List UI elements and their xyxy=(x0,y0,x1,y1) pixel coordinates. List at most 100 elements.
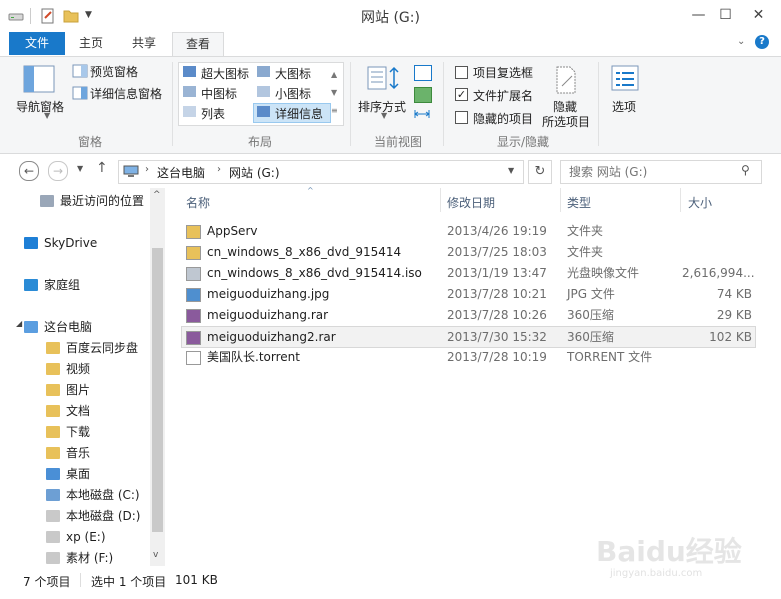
tab-view[interactable]: 查看 xyxy=(172,32,224,56)
nav-item[interactable]: 本地磁盘 (C:) xyxy=(46,485,140,506)
forward-arrow-icon[interactable]: → xyxy=(48,161,68,181)
nav-item[interactable]: 百度云同步盘 xyxy=(46,338,138,359)
nav-item[interactable]: 下载 xyxy=(46,422,90,443)
file-row[interactable]: AppServ 2013/4/26 19:19 文件夹 xyxy=(182,221,755,241)
chevron-down-icon[interactable]: ⌄ xyxy=(737,36,745,47)
chevron-down-icon[interactable]: ▼ xyxy=(508,166,514,175)
options-icon[interactable] xyxy=(609,64,641,94)
hide-selected-button-line2[interactable]: 所选项目 xyxy=(542,113,590,130)
column-header-type[interactable]: 类型 xyxy=(567,194,591,211)
up-arrow-icon[interactable]: ↑ xyxy=(96,160,108,176)
nav-item[interactable]: 音乐 xyxy=(46,443,90,464)
chevron-right-icon[interactable]: › xyxy=(217,164,221,175)
medium-icons-icon xyxy=(183,86,196,97)
nav-item[interactable]: 这台电脑 xyxy=(24,317,92,338)
address-bar[interactable]: › 这台电脑 › 网站 (G:) ▼ xyxy=(118,160,524,184)
divider[interactable] xyxy=(560,188,561,212)
column-header-name[interactable]: 名称 xyxy=(186,194,210,211)
search-icon[interactable]: ⚲ xyxy=(741,163,750,177)
nav-item[interactable]: xp (E:) xyxy=(46,527,106,548)
nav-item[interactable]: SkyDrive xyxy=(24,233,97,254)
hide-selected-icon[interactable] xyxy=(554,66,578,94)
divider xyxy=(598,62,599,146)
file-extensions-checkbox[interactable]: ✓ xyxy=(455,88,468,101)
nav-item-label: 本地磁盘 (C:) xyxy=(66,488,140,502)
file-date: 2013/1/19 13:47 xyxy=(447,266,547,280)
status-selected-size: 101 KB xyxy=(175,573,218,587)
breadcrumb-current[interactable]: 网站 (G:) xyxy=(229,164,280,181)
medium-icons-option[interactable]: 中图标 xyxy=(201,85,237,102)
nav-item[interactable]: 图片 xyxy=(46,380,90,401)
file-extensions-label[interactable]: 文件扩展名 xyxy=(473,87,533,104)
recent-locations-icon[interactable]: ▼ xyxy=(77,164,83,173)
chevron-down-icon[interactable]: ▼ xyxy=(381,111,387,120)
column-header-date[interactable]: 修改日期 xyxy=(447,194,495,211)
divider[interactable] xyxy=(680,188,681,212)
system-drive-icon xyxy=(46,489,60,501)
divider[interactable] xyxy=(440,188,441,212)
folder-icon xyxy=(186,246,201,260)
item-checkboxes-checkbox[interactable] xyxy=(455,66,468,79)
nav-item[interactable]: 桌面 xyxy=(46,464,90,485)
nav-item[interactable]: 最近访问的位置 xyxy=(40,191,144,212)
nav-item[interactable]: 视频 xyxy=(46,359,90,380)
close-button[interactable]: ✕ xyxy=(736,0,781,30)
hidden-items-checkbox[interactable] xyxy=(455,111,468,124)
column-header-size[interactable]: 大小 xyxy=(688,194,712,211)
nav-item[interactable]: 本地磁盘 (D:) xyxy=(46,506,140,527)
drive-icon xyxy=(46,552,60,564)
file-row[interactable]: meiguoduizhang2.rar 2013/7/30 15:32 360压缩 1… xyxy=(181,326,756,348)
file-row[interactable]: cn_windows_8_x86_dvd_915414 2013/7/25 18:… xyxy=(182,242,755,262)
options-button[interactable]: 选项 xyxy=(612,98,636,115)
chevron-right-icon[interactable]: › xyxy=(145,164,149,175)
preview-pane-button[interactable]: 预览窗格 xyxy=(90,63,138,80)
details-pane-button[interactable]: 详细信息窗格 xyxy=(90,85,162,102)
chevron-down-icon[interactable]: ▼ xyxy=(44,111,50,120)
expand-arrow-icon[interactable]: ◢ xyxy=(16,319,22,328)
nav-item[interactable]: 素材 (F:) xyxy=(46,548,113,569)
extra-large-icons-option[interactable]: 超大图标 xyxy=(201,65,249,82)
folder-icon xyxy=(186,225,201,239)
group-by-icon[interactable] xyxy=(414,65,432,81)
nav-pane-button[interactable]: 导航窗格 xyxy=(16,98,64,115)
search-box[interactable]: ⚲ xyxy=(560,160,762,184)
videos-icon xyxy=(46,363,60,375)
file-row[interactable]: meiguoduizhang.rar 2013/7/28 10:26 360压缩 29… xyxy=(182,305,755,325)
small-icons-option[interactable]: 小图标 xyxy=(275,85,311,102)
nav-scrollbar[interactable]: ^ v xyxy=(150,188,165,566)
tab-home[interactable]: 主页 xyxy=(66,32,116,55)
scroll-down-icon[interactable]: v xyxy=(153,550,158,560)
help-icon[interactable]: ? xyxy=(755,35,769,49)
tab-share[interactable]: 共享 xyxy=(118,32,170,55)
back-arrow-icon[interactable]: ← xyxy=(19,161,39,181)
divider xyxy=(80,573,81,587)
item-checkboxes-label[interactable]: 项目复选框 xyxy=(473,64,533,81)
file-row[interactable]: meiguoduizhang.jpg 2013/7/28 10:21 JPG 文件 7… xyxy=(182,284,755,304)
nav-item[interactable]: 文档 xyxy=(46,401,90,422)
search-input[interactable] xyxy=(567,163,741,181)
scroll-up-icon[interactable]: ^ xyxy=(153,190,161,200)
scrollbar-thumb[interactable] xyxy=(152,248,163,532)
add-columns-icon[interactable] xyxy=(414,87,432,103)
file-row[interactable]: 美国队长.torrent 2013/7/28 10:19 TORRENT 文件 xyxy=(182,347,755,367)
hidden-items-label[interactable]: 隐藏的项目 xyxy=(473,110,533,127)
group-label-layout: 布局 xyxy=(247,135,272,149)
title-bar: ▼ 网站 (G:) — ☐ ✕ xyxy=(0,0,781,32)
file-name: meiguoduizhang.jpg xyxy=(207,287,330,301)
nav-pane-icon[interactable] xyxy=(22,64,58,96)
navigation-pane: 最近访问的位置 SkyDrive 家庭组这台电脑 百度云同步盘 视频 图片 文档 下载 音乐 桌面… xyxy=(14,188,150,566)
tab-file[interactable]: 文件 xyxy=(9,32,65,55)
computer-icon xyxy=(24,321,38,333)
details-option[interactable]: 详细信息 xyxy=(275,105,323,122)
list-option[interactable]: 列表 xyxy=(201,105,225,122)
skydrive-icon xyxy=(24,237,38,249)
file-row[interactable]: cn_windows_8_x86_dvd_915414.iso 2013/1/19… xyxy=(182,263,755,283)
nav-item[interactable]: 家庭组 xyxy=(24,275,80,296)
sort-icon[interactable] xyxy=(366,64,402,94)
file-type: 文件夹 xyxy=(567,245,604,259)
gallery-scroll-icon[interactable]: ▲ ▼ ≡ xyxy=(331,66,338,120)
refresh-icon[interactable]: ↻ xyxy=(528,160,552,184)
breadcrumb-this-pc[interactable]: 这台电脑 xyxy=(157,164,205,181)
size-columns-icon[interactable] xyxy=(414,108,430,120)
large-icons-option[interactable]: 大图标 xyxy=(275,65,311,82)
